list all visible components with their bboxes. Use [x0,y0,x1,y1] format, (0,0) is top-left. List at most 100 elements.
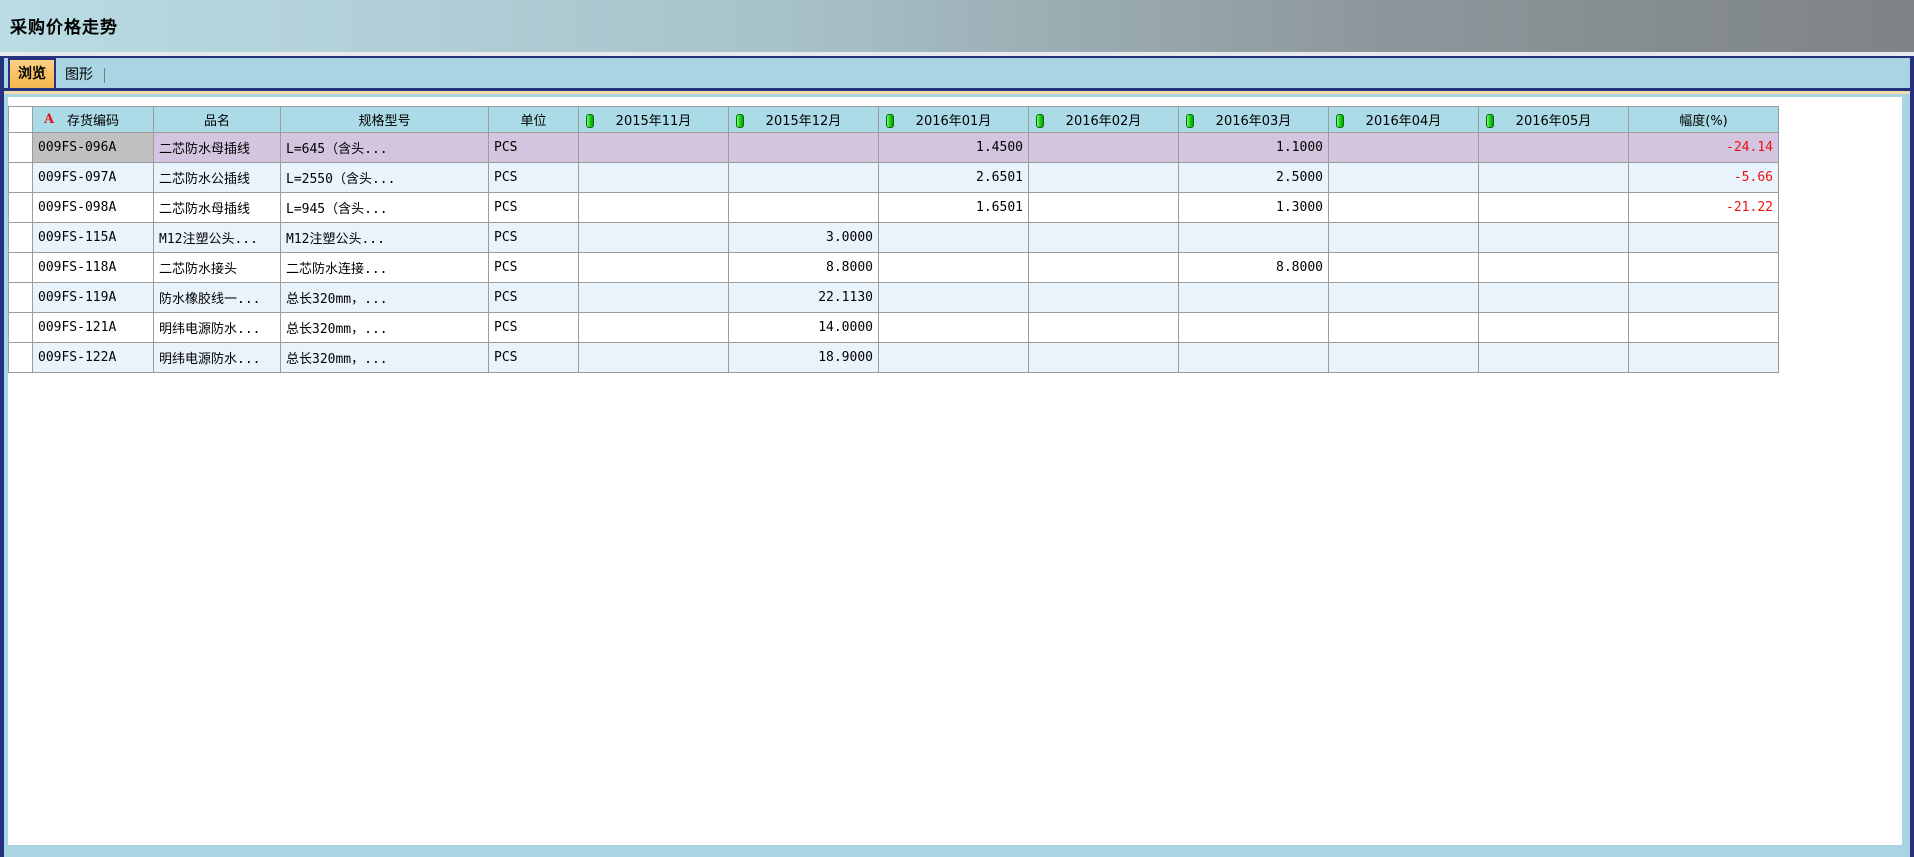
cell-m1[interactable] [729,193,879,223]
column-header-range[interactable]: 幅度(%) [1629,107,1779,133]
cell-spec[interactable]: 二芯防水连接... [281,253,489,283]
cell-code[interactable]: 009FS-115A [33,223,154,253]
cell-m2[interactable] [879,283,1029,313]
cell-m5[interactable] [1329,133,1479,163]
cell-m4[interactable]: 2.5000 [1179,163,1329,193]
cell-m3[interactable] [1029,223,1179,253]
cell-name[interactable]: 二芯防水公插线 [154,163,281,193]
cell-m0[interactable] [579,223,729,253]
cell-m1[interactable]: 14.0000 [729,313,879,343]
cell-m1[interactable] [729,163,879,193]
cell-m3[interactable] [1029,133,1179,163]
row-selector-cell[interactable] [9,283,33,313]
column-header-unit[interactable]: 单位 [489,107,579,133]
cell-m6[interactable] [1479,343,1629,373]
cell-m6[interactable] [1479,193,1629,223]
cell-code[interactable]: 009FS-097A [33,163,154,193]
cell-spec[interactable]: L=645（含头... [281,133,489,163]
cell-range[interactable] [1629,223,1779,253]
row-selector-cell[interactable] [9,223,33,253]
cell-spec[interactable]: L=945（含头... [281,193,489,223]
cell-m5[interactable] [1329,193,1479,223]
cell-unit[interactable]: PCS [489,223,579,253]
cell-unit[interactable]: PCS [489,253,579,283]
cell-range[interactable] [1629,313,1779,343]
cell-m0[interactable] [579,193,729,223]
column-header-m3[interactable]: 2016年02月 [1029,107,1179,133]
cell-m3[interactable] [1029,253,1179,283]
cell-m4[interactable]: 1.3000 [1179,193,1329,223]
cell-m6[interactable] [1479,133,1629,163]
cell-code[interactable]: 009FS-096A [33,133,154,163]
cell-spec[interactable]: M12注塑公头... [281,223,489,253]
cell-name[interactable]: M12注塑公头... [154,223,281,253]
cell-m4[interactable]: 1.1000 [1179,133,1329,163]
cell-m0[interactable] [579,313,729,343]
column-header-m4[interactable]: 2016年03月 [1179,107,1329,133]
cell-m1[interactable]: 18.9000 [729,343,879,373]
cell-m2[interactable] [879,253,1029,283]
cell-m6[interactable] [1479,223,1629,253]
cell-m4[interactable]: 8.8000 [1179,253,1329,283]
cell-m5[interactable] [1329,253,1479,283]
column-header-m5[interactable]: 2016年04月 [1329,107,1479,133]
cell-name[interactable]: 明纬电源防水... [154,313,281,343]
cell-range[interactable] [1629,253,1779,283]
cell-m6[interactable] [1479,313,1629,343]
cell-m3[interactable] [1029,343,1179,373]
column-header-m2[interactable]: 2016年01月 [879,107,1029,133]
cell-spec[interactable]: 总长320mm，... [281,283,489,313]
column-header-m1[interactable]: 2015年12月 [729,107,879,133]
cell-m2[interactable] [879,313,1029,343]
row-selector-cell[interactable] [9,343,33,373]
column-header-name[interactable]: 品名 [154,107,281,133]
cell-m5[interactable] [1329,283,1479,313]
tab-browse[interactable]: 浏览 [8,58,56,88]
cell-range[interactable] [1629,343,1779,373]
cell-code[interactable]: 009FS-118A [33,253,154,283]
cell-m3[interactable] [1029,163,1179,193]
cell-m3[interactable] [1029,283,1179,313]
cell-unit[interactable]: PCS [489,163,579,193]
cell-m0[interactable] [579,133,729,163]
cell-m5[interactable] [1329,343,1479,373]
cell-m1[interactable] [729,133,879,163]
cell-m0[interactable] [579,283,729,313]
cell-unit[interactable]: PCS [489,283,579,313]
cell-unit[interactable]: PCS [489,343,579,373]
cell-m0[interactable] [579,343,729,373]
cell-m2[interactable] [879,343,1029,373]
tab-graph[interactable]: 图形 [56,61,102,88]
cell-m2[interactable] [879,223,1029,253]
column-header-code[interactable]: A存货编码 [33,107,154,133]
cell-m6[interactable] [1479,283,1629,313]
cell-m6[interactable] [1479,253,1629,283]
cell-unit[interactable]: PCS [489,193,579,223]
cell-m0[interactable] [579,163,729,193]
cell-m6[interactable] [1479,163,1629,193]
cell-m5[interactable] [1329,223,1479,253]
cell-name[interactable]: 防水橡胶线一... [154,283,281,313]
cell-m4[interactable] [1179,343,1329,373]
cell-spec[interactable]: L=2550（含头... [281,163,489,193]
cell-code[interactable]: 009FS-119A [33,283,154,313]
cell-m2[interactable]: 1.6501 [879,193,1029,223]
cell-m1[interactable]: 8.8000 [729,253,879,283]
cell-m5[interactable] [1329,163,1479,193]
cell-m5[interactable] [1329,313,1479,343]
cell-range[interactable]: -24.14 [1629,133,1779,163]
cell-code[interactable]: 009FS-121A [33,313,154,343]
cell-m2[interactable]: 1.4500 [879,133,1029,163]
column-header-m6[interactable]: 2016年05月 [1479,107,1629,133]
cell-spec[interactable]: 总长320mm，... [281,313,489,343]
cell-name[interactable]: 二芯防水接头 [154,253,281,283]
cell-m3[interactable] [1029,193,1179,223]
row-selector-cell[interactable] [9,133,33,163]
cell-name[interactable]: 明纬电源防水... [154,343,281,373]
cell-m3[interactable] [1029,313,1179,343]
row-selector-header[interactable] [9,107,33,133]
cell-code[interactable]: 009FS-122A [33,343,154,373]
row-selector-cell[interactable] [9,163,33,193]
cell-m4[interactable] [1179,313,1329,343]
cell-range[interactable]: -21.22 [1629,193,1779,223]
